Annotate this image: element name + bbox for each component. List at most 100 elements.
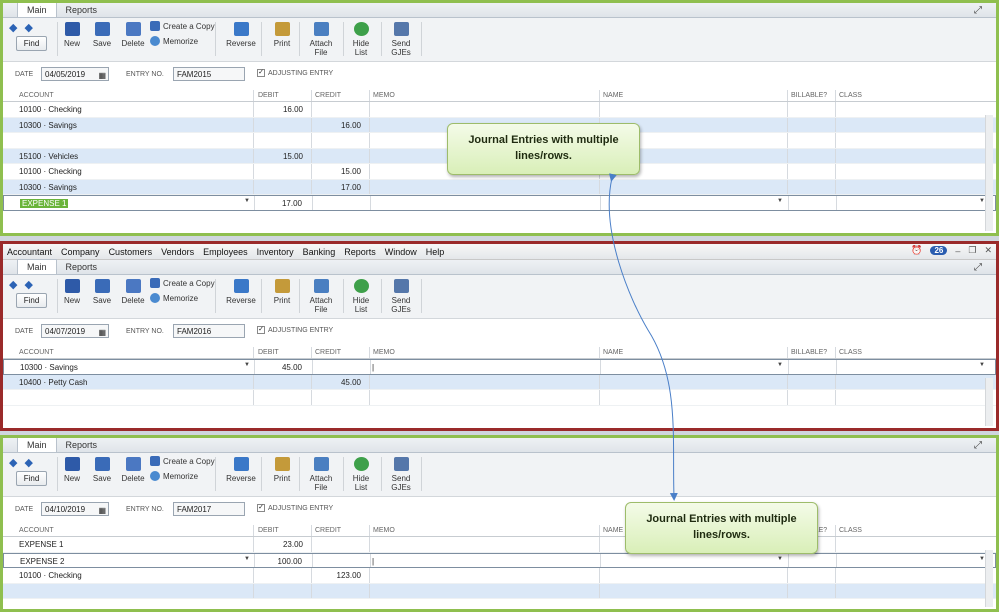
memorize-button[interactable]: Memorize [150,36,198,46]
hide-list-button[interactable]: Hide List [349,279,373,314]
column-header-memo[interactable]: MEMO [373,527,395,534]
calendar-icon[interactable]: ▦ [98,505,106,516]
menu-banking[interactable]: Banking [303,247,336,257]
account-cell[interactable]: EXPENSE 1 [19,540,63,549]
send-gjes-button[interactable]: Send GJEs [387,22,415,57]
table-row[interactable]: 10400 · Petty Cash 45.00 [3,374,996,390]
save-button[interactable]: Save [91,22,113,48]
account-dropdown-icon[interactable]: ▼ [244,556,250,562]
column-header-name[interactable]: NAME [603,527,623,534]
tab-main[interactable]: Main [17,438,57,452]
menu-accountant[interactable]: Accountant [7,247,52,257]
menu-reports[interactable]: Reports [344,247,376,257]
column-header-memo[interactable]: MEMO [373,349,395,356]
calendar-icon[interactable]: ▦ [98,70,106,81]
column-header-memo[interactable]: MEMO [373,92,395,99]
account-cell[interactable]: 10300 · Savings [19,183,77,192]
column-header-class[interactable]: CLASS [839,349,862,356]
menu-employees[interactable]: Employees [203,247,248,257]
adjusting-entry-checkbox[interactable]: ✓ [257,504,265,512]
debit-cell[interactable]: 45.00 [282,363,302,372]
credit-cell[interactable]: 15.00 [341,167,361,176]
save-button[interactable]: Save [91,457,113,483]
calendar-icon[interactable]: ▦ [98,327,106,338]
debit-cell[interactable]: 15.00 [283,152,303,161]
create-copy-button[interactable]: Create a Copy [150,21,215,31]
column-header-debit[interactable]: DEBIT [258,349,279,356]
send-gjes-button[interactable]: Send GJEs [387,279,415,314]
account-cell[interactable]: EXPENSE 1 [20,199,69,208]
name-dropdown-icon[interactable]: ▼ [777,362,783,368]
column-header-billable[interactable]: BILLABLE? [791,349,827,356]
table-row[interactable] [3,390,996,406]
create-copy-button[interactable]: Create a Copy [150,278,215,288]
menu-inventory[interactable]: Inventory [257,247,294,257]
close-icon[interactable]: ✕ [984,245,992,256]
credit-cell[interactable]: 45.00 [341,378,361,387]
adjusting-entry-checkbox[interactable]: ✓ [257,69,265,77]
hide-list-button[interactable]: Hide List [349,457,373,492]
credit-cell[interactable]: 17.00 [341,183,361,192]
memorize-button[interactable]: Memorize [150,471,198,481]
attach-file-button[interactable]: Attach File [306,279,336,314]
entry-no-input[interactable]: FAM2015 [173,67,245,81]
alarm-icon[interactable]: ⏰ [911,245,922,256]
entry-no-input[interactable]: FAM2017 [173,502,245,516]
column-header-credit[interactable]: CREDIT [315,349,341,356]
new-button[interactable]: New [61,22,83,48]
reverse-button[interactable]: Reverse [225,279,257,305]
column-header-debit[interactable]: DEBIT [258,92,279,99]
expand-icon[interactable]: ⤢ [974,262,982,273]
attach-file-button[interactable]: Attach File [306,457,336,492]
table-row[interactable]: 10300 · Savings 45.00 ▼ ▼ ▼ | [3,359,996,375]
entry-no-input[interactable]: FAM2016 [173,324,245,338]
print-button[interactable]: Print [270,22,294,48]
print-button[interactable]: Print [270,457,294,483]
table-row[interactable]: EXPENSE 1 23.00 [3,537,996,553]
table-row[interactable]: 10100 · Checking 123.00 [3,568,996,584]
create-copy-button[interactable]: Create a Copy [150,456,215,466]
prev-next-arrows-icon[interactable]: ◆ ◆ [9,278,35,291]
menu-help[interactable]: Help [426,247,445,257]
find-button[interactable]: Find [16,293,47,308]
debit-cell[interactable]: 16.00 [283,105,303,114]
memo-cursor[interactable]: | [372,363,374,372]
new-button[interactable]: New [61,457,83,483]
date-input[interactable]: 04/10/2019 ▦ [41,502,109,516]
adjusting-entry-checkbox[interactable]: ✓ [257,326,265,334]
attach-file-button[interactable]: Attach File [306,22,336,57]
account-cell[interactable]: 10300 · Savings [19,121,77,130]
delete-button[interactable]: Delete [120,279,146,305]
reverse-button[interactable]: Reverse [225,457,257,483]
menu-company[interactable]: Company [61,247,100,257]
column-header-account[interactable]: ACCOUNT [19,527,54,534]
column-header-account[interactable]: ACCOUNT [19,349,54,356]
new-button[interactable]: New [61,279,83,305]
tab-main[interactable]: Main [17,3,57,17]
grid-scrollbar[interactable] [985,378,993,426]
table-row[interactable]: EXPENSE 2 100.00 ▼ ▼ ▼ | [3,552,996,568]
account-cell[interactable]: 10400 · Petty Cash [19,378,87,387]
expand-icon[interactable]: ⤢ [974,440,982,451]
expand-icon[interactable]: ⤢ [974,5,982,16]
date-input[interactable]: 04/07/2019 ▦ [41,324,109,338]
name-dropdown-icon[interactable]: ▼ [777,556,783,562]
hide-list-button[interactable]: Hide List [349,22,373,57]
credit-cell[interactable]: 16.00 [341,121,361,130]
column-header-class[interactable]: CLASS [839,527,862,534]
debit-cell[interactable]: 23.00 [283,540,303,549]
grid-scrollbar[interactable] [985,115,993,231]
debit-cell[interactable]: 17.00 [282,199,302,208]
table-row[interactable] [3,583,996,599]
account-cell[interactable]: 10300 · Savings [20,363,78,372]
credit-cell[interactable]: 123.00 [337,571,361,580]
column-header-credit[interactable]: CREDIT [315,92,341,99]
send-gjes-button[interactable]: Send GJEs [387,457,415,492]
find-button[interactable]: Find [16,471,47,486]
menu-customers[interactable]: Customers [109,247,153,257]
account-dropdown-icon[interactable]: ▼ [244,362,250,368]
minimize-icon[interactable]: – [955,246,960,256]
memo-cursor[interactable]: | [372,557,374,566]
account-cell[interactable]: 10100 · Checking [19,571,82,580]
delete-button[interactable]: Delete [120,22,146,48]
